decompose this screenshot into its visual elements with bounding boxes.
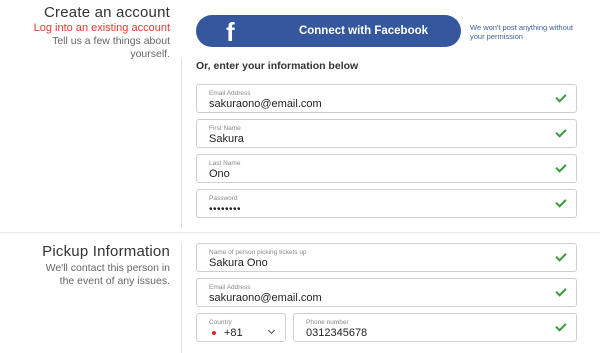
checkmark-icon: [555, 285, 567, 297]
connect-facebook-button[interactable]: f Connect with Facebook: [196, 15, 461, 47]
checkmark-icon: [555, 161, 567, 173]
checkmark-icon: [555, 320, 567, 332]
pickup-name-field-value[interactable]: Sakura Ono: [209, 257, 268, 269]
email-field-label: Email Address: [209, 90, 251, 97]
pickup-name-field-label: Name of person picking tickets up: [209, 249, 307, 256]
section-separator: [0, 232, 600, 233]
connect-facebook-label: Connect with Facebook: [298, 25, 429, 37]
pickup-email-field-value[interactable]: sakuraono@email.com: [209, 292, 322, 304]
pickup-divider: [181, 243, 182, 353]
first-name-field[interactable]: First Name Sakura: [196, 119, 577, 148]
last-name-field[interactable]: Last Name Ono: [196, 154, 577, 183]
country-code-select[interactable]: Country +81: [196, 313, 286, 342]
first-name-field-label: First Name: [209, 125, 241, 132]
chevron-down-icon[interactable]: [267, 326, 276, 335]
checkmark-icon: [555, 126, 567, 138]
last-name-field-label: Last Name: [209, 160, 241, 167]
password-field-value[interactable]: ••••••••: [209, 204, 241, 215]
japan-flag-icon: [209, 329, 219, 337]
password-field-label: Password: [209, 195, 238, 202]
email-field-value[interactable]: sakuraono@email.com: [209, 98, 322, 110]
account-title: Create an account: [44, 4, 170, 21]
account-description-line1: Tell us a few things about: [52, 35, 170, 47]
pickup-email-field-label: Email Address: [209, 284, 251, 291]
email-field[interactable]: Email Address sakuraono@email.com: [196, 84, 577, 113]
country-code-value: +81: [224, 327, 243, 339]
pickup-title: Pickup Information: [42, 243, 170, 260]
country-select-label: Country: [209, 319, 232, 326]
login-existing-account-link[interactable]: Log into an existing account: [34, 22, 170, 35]
password-field[interactable]: Password ••••••••: [196, 189, 577, 218]
pickup-description-line2: the event of any issues.: [59, 275, 170, 287]
facebook-permission-note: We won't post anything without your perm…: [470, 23, 574, 41]
or-enter-info-label: Or, enter your information below: [196, 60, 359, 72]
checkmark-icon: [555, 250, 567, 262]
pickup-description-line1: We'll contact this person in: [45, 262, 170, 274]
pickup-email-field[interactable]: Email Address sakuraono@email.com: [196, 278, 577, 307]
phone-number-field-value[interactable]: 0312345678: [306, 327, 367, 339]
checkmark-icon: [555, 91, 567, 103]
account-section-header: Create an account Log into an existing a…: [34, 4, 170, 61]
account-description-line2: yourself.: [130, 48, 170, 60]
pickup-name-field[interactable]: Name of person picking tickets up Sakura…: [196, 243, 577, 272]
first-name-field-value[interactable]: Sakura: [209, 133, 244, 145]
phone-number-field[interactable]: Phone number 0312345678: [293, 313, 577, 342]
checkmark-icon: [555, 196, 567, 208]
pickup-section-header: Pickup Information We'll contact this pe…: [42, 243, 170, 288]
last-name-field-value[interactable]: Ono: [209, 168, 230, 180]
phone-number-field-label: Phone number: [306, 319, 349, 326]
account-divider: [181, 58, 182, 228]
